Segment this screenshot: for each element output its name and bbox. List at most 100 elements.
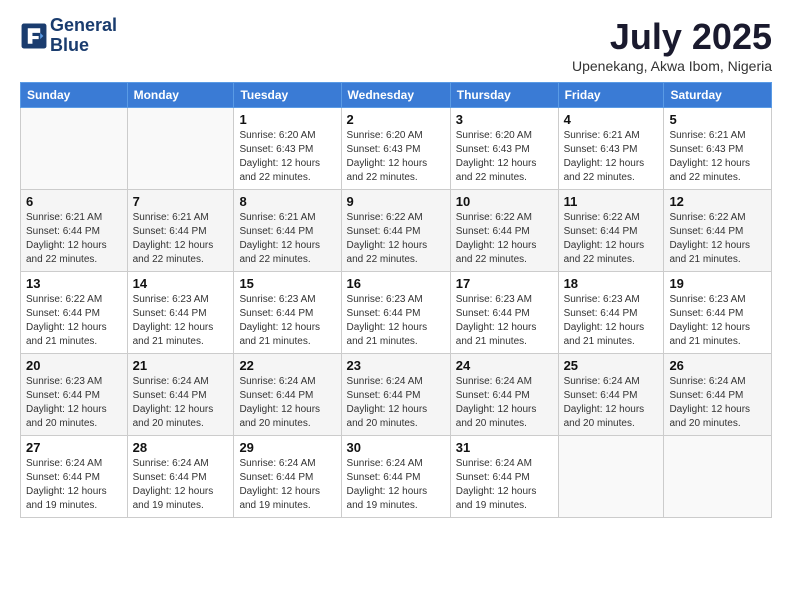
day-number: 28 xyxy=(133,440,229,455)
day-number: 16 xyxy=(347,276,445,291)
calendar-cell: 5Sunrise: 6:21 AM Sunset: 6:43 PM Daylig… xyxy=(664,108,772,190)
day-info: Sunrise: 6:24 AM Sunset: 6:44 PM Dayligh… xyxy=(347,457,445,513)
calendar-week-row: 13 Sunrise: 6:22 AM Sunset: 6:44 PM Dayli… xyxy=(21,272,772,354)
day-number: 6 xyxy=(26,194,122,209)
calendar-cell: 28 Sunrise: 6:24 AM Sunset: 6:44 PM Dayli… xyxy=(127,436,234,518)
day-info: Sunrise: 6:24 AM Sunset: 6:44 PM Dayligh… xyxy=(239,457,335,513)
day-number: 13 xyxy=(26,276,122,291)
day-number: 24 xyxy=(456,358,553,373)
calendar-cell xyxy=(127,108,234,190)
day-info: Sunrise: 6:20 AM Sunset: 6:43 PM Dayligh… xyxy=(347,129,445,185)
day-number: 25 xyxy=(564,358,659,373)
calendar-cell: 13 Sunrise: 6:22 AM Sunset: 6:44 PM Dayli… xyxy=(21,272,128,354)
day-info: Sunrise: 6:21 AM Sunset: 6:43 PM Dayligh… xyxy=(669,129,766,185)
day-info: Sunrise: 6:21 AM Sunset: 6:44 PM Dayligh… xyxy=(26,211,122,267)
day-number: 8 xyxy=(239,194,335,209)
calendar-week-row: 20Sunrise: 6:23 AM Sunset: 6:44 PM Dayli… xyxy=(21,354,772,436)
generalblue-logo-icon xyxy=(20,22,48,50)
day-number: 30 xyxy=(347,440,445,455)
title-block: July 2025 Upenekang, Akwa Ibom, Nigeria xyxy=(572,16,772,74)
calendar-cell: 26 Sunrise: 6:24 AM Sunset: 6:44 PM Dayli… xyxy=(664,354,772,436)
day-number: 17 xyxy=(456,276,553,291)
col-tuesday: Tuesday xyxy=(234,83,341,108)
col-wednesday: Wednesday xyxy=(341,83,450,108)
calendar-cell: 2Sunrise: 6:20 AM Sunset: 6:43 PM Daylig… xyxy=(341,108,450,190)
day-number: 15 xyxy=(239,276,335,291)
day-number: 9 xyxy=(347,194,445,209)
calendar-cell: 20Sunrise: 6:23 AM Sunset: 6:44 PM Dayli… xyxy=(21,354,128,436)
calendar-cell: 21 Sunrise: 6:24 AM Sunset: 6:44 PM Dayli… xyxy=(127,354,234,436)
day-number: 11 xyxy=(564,194,659,209)
day-info: Sunrise: 6:21 AM Sunset: 6:44 PM Dayligh… xyxy=(133,211,229,267)
calendar-cell xyxy=(558,436,664,518)
day-info: Sunrise: 6:24 AM Sunset: 6:44 PM Dayligh… xyxy=(564,375,659,431)
month-title: July 2025 xyxy=(572,16,772,58)
day-number: 4 xyxy=(564,112,659,127)
day-number: 12 xyxy=(669,194,766,209)
day-info: Sunrise: 6:22 AM Sunset: 6:44 PM Dayligh… xyxy=(347,211,445,267)
calendar-cell: 10Sunrise: 6:22 AM Sunset: 6:44 PM Dayli… xyxy=(450,190,558,272)
day-info: Sunrise: 6:24 AM Sunset: 6:44 PM Dayligh… xyxy=(133,375,229,431)
header: General Blue July 2025 Upenekang, Akwa I… xyxy=(20,16,772,74)
location-subtitle: Upenekang, Akwa Ibom, Nigeria xyxy=(572,58,772,74)
day-number: 23 xyxy=(347,358,445,373)
logo: General Blue xyxy=(20,16,117,56)
day-info: Sunrise: 6:23 AM Sunset: 6:44 PM Dayligh… xyxy=(239,293,335,349)
day-info: Sunrise: 6:24 AM Sunset: 6:44 PM Dayligh… xyxy=(26,457,122,513)
col-monday: Monday xyxy=(127,83,234,108)
day-info: Sunrise: 6:24 AM Sunset: 6:44 PM Dayligh… xyxy=(669,375,766,431)
day-info: Sunrise: 6:22 AM Sunset: 6:44 PM Dayligh… xyxy=(564,211,659,267)
day-info: Sunrise: 6:24 AM Sunset: 6:44 PM Dayligh… xyxy=(133,457,229,513)
logo-text: General Blue xyxy=(50,16,117,56)
day-number: 29 xyxy=(239,440,335,455)
calendar-cell: 18Sunrise: 6:23 AM Sunset: 6:44 PM Dayli… xyxy=(558,272,664,354)
col-sunday: Sunday xyxy=(21,83,128,108)
day-info: Sunrise: 6:23 AM Sunset: 6:44 PM Dayligh… xyxy=(26,375,122,431)
calendar-cell: 22 Sunrise: 6:24 AM Sunset: 6:44 PM Dayli… xyxy=(234,354,341,436)
calendar-cell: 27 Sunrise: 6:24 AM Sunset: 6:44 PM Dayli… xyxy=(21,436,128,518)
calendar-week-row: 27 Sunrise: 6:24 AM Sunset: 6:44 PM Dayli… xyxy=(21,436,772,518)
calendar-cell: 1 Sunrise: 6:20 AM Sunset: 6:43 PM Daylig… xyxy=(234,108,341,190)
day-number: 14 xyxy=(133,276,229,291)
calendar-cell: 9 Sunrise: 6:22 AM Sunset: 6:44 PM Daylig… xyxy=(341,190,450,272)
calendar-cell: 3Sunrise: 6:20 AM Sunset: 6:43 PM Daylig… xyxy=(450,108,558,190)
col-friday: Friday xyxy=(558,83,664,108)
day-info: Sunrise: 6:20 AM Sunset: 6:43 PM Dayligh… xyxy=(239,129,335,185)
day-info: Sunrise: 6:22 AM Sunset: 6:44 PM Dayligh… xyxy=(26,293,122,349)
calendar-cell xyxy=(21,108,128,190)
day-number: 1 xyxy=(239,112,335,127)
page: General Blue July 2025 Upenekang, Akwa I… xyxy=(0,0,792,612)
day-info: Sunrise: 6:24 AM Sunset: 6:44 PM Dayligh… xyxy=(239,375,335,431)
calendar-table: Sunday Monday Tuesday Wednesday Thursday… xyxy=(20,82,772,518)
calendar-cell: 25 Sunrise: 6:24 AM Sunset: 6:44 PM Dayli… xyxy=(558,354,664,436)
calendar-cell: 31Sunrise: 6:24 AM Sunset: 6:44 PM Dayli… xyxy=(450,436,558,518)
calendar-cell: 24 Sunrise: 6:24 AM Sunset: 6:44 PM Dayli… xyxy=(450,354,558,436)
day-info: Sunrise: 6:23 AM Sunset: 6:44 PM Dayligh… xyxy=(669,293,766,349)
calendar-header-row: Sunday Monday Tuesday Wednesday Thursday… xyxy=(21,83,772,108)
calendar-cell: 15 Sunrise: 6:23 AM Sunset: 6:44 PM Dayli… xyxy=(234,272,341,354)
calendar-week-row: 1 Sunrise: 6:20 AM Sunset: 6:43 PM Daylig… xyxy=(21,108,772,190)
calendar-cell: 8Sunrise: 6:21 AM Sunset: 6:44 PM Daylig… xyxy=(234,190,341,272)
day-info: Sunrise: 6:24 AM Sunset: 6:44 PM Dayligh… xyxy=(456,375,553,431)
calendar-week-row: 6 Sunrise: 6:21 AM Sunset: 6:44 PM Daylig… xyxy=(21,190,772,272)
day-info: Sunrise: 6:24 AM Sunset: 6:44 PM Dayligh… xyxy=(347,375,445,431)
calendar-cell: 19Sunrise: 6:23 AM Sunset: 6:44 PM Dayli… xyxy=(664,272,772,354)
day-info: Sunrise: 6:23 AM Sunset: 6:44 PM Dayligh… xyxy=(347,293,445,349)
day-number: 18 xyxy=(564,276,659,291)
calendar-cell: 29 Sunrise: 6:24 AM Sunset: 6:44 PM Dayli… xyxy=(234,436,341,518)
logo-line2: Blue xyxy=(50,36,117,56)
day-info: Sunrise: 6:22 AM Sunset: 6:44 PM Dayligh… xyxy=(456,211,553,267)
calendar-cell: 30 Sunrise: 6:24 AM Sunset: 6:44 PM Dayli… xyxy=(341,436,450,518)
calendar-cell xyxy=(664,436,772,518)
day-number: 31 xyxy=(456,440,553,455)
day-number: 26 xyxy=(669,358,766,373)
col-saturday: Saturday xyxy=(664,83,772,108)
calendar-cell: 11 Sunrise: 6:22 AM Sunset: 6:44 PM Dayli… xyxy=(558,190,664,272)
calendar-cell: 17Sunrise: 6:23 AM Sunset: 6:44 PM Dayli… xyxy=(450,272,558,354)
day-number: 21 xyxy=(133,358,229,373)
day-number: 27 xyxy=(26,440,122,455)
day-info: Sunrise: 6:21 AM Sunset: 6:43 PM Dayligh… xyxy=(564,129,659,185)
calendar-cell: 4 Sunrise: 6:21 AM Sunset: 6:43 PM Daylig… xyxy=(558,108,664,190)
day-number: 22 xyxy=(239,358,335,373)
calendar-cell: 14Sunrise: 6:23 AM Sunset: 6:44 PM Dayli… xyxy=(127,272,234,354)
